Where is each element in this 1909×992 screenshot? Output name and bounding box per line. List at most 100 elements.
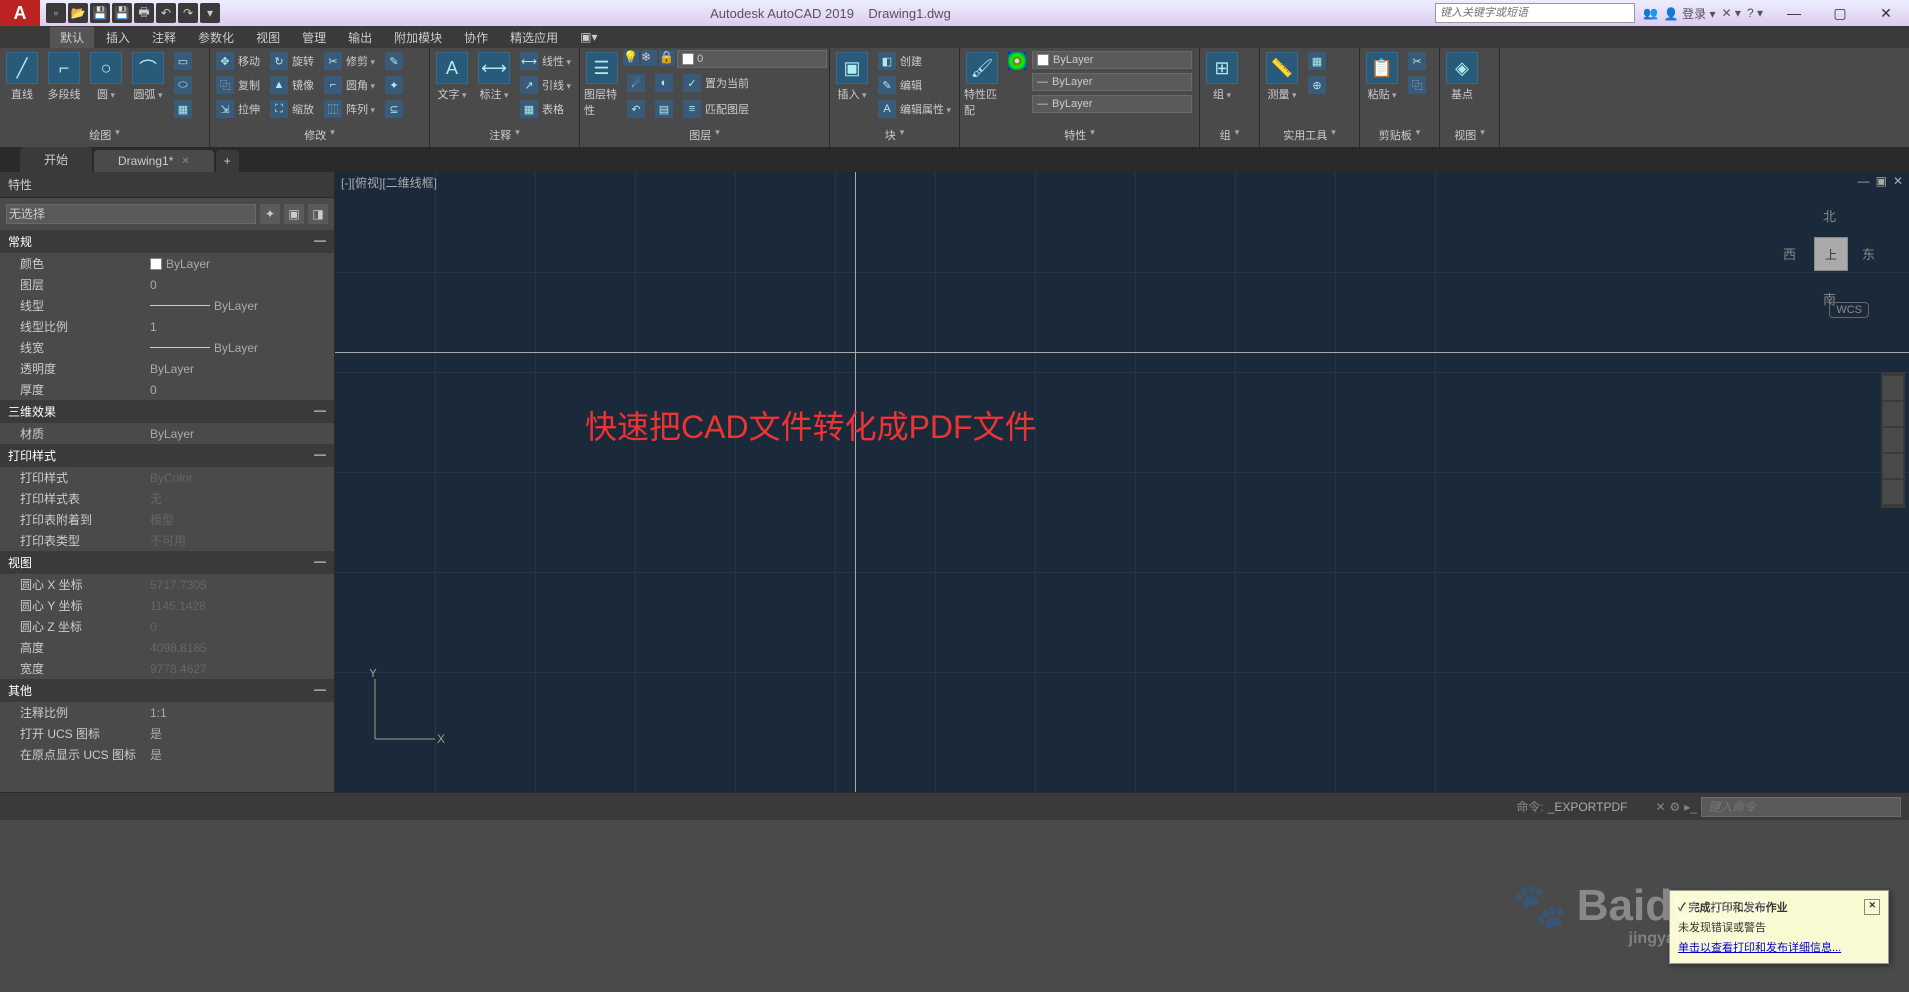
basepoint-button[interactable]: ◈基点 [1442,50,1482,104]
line-button[interactable]: ╱直线 [2,50,42,104]
drawing-canvas[interactable]: [-][俯视][二维线框] — ▣ ✕ 快速把CAD文件转化成PDF文件 YX … [335,172,1909,792]
viewport-label[interactable]: [-][俯视][二维线框] [341,174,437,191]
category-misc[interactable]: 其他— [0,679,334,702]
dimension-button[interactable]: ⟷标注 [474,50,514,104]
panel-util-title[interactable]: 实用工具 [1262,125,1357,145]
new-icon[interactable]: ▫ [46,3,66,23]
offset-icon[interactable]: ⊆ [381,98,407,120]
measure-button[interactable]: 📏测量 [1262,50,1302,104]
panel-layers-title[interactable]: 图层 [582,125,827,145]
vp-restore-icon[interactable]: ▣ [1876,174,1887,188]
rect-icon[interactable]: ▭ [170,50,196,72]
layer-prev-icon[interactable]: ↶ [623,98,649,120]
toggle-pim-icon[interactable]: ◨ [308,204,328,224]
panel-view-title[interactable]: 视图 [1442,125,1497,145]
erase-icon[interactable]: ✎ [381,50,407,72]
panel-clip-title[interactable]: 剪贴板 [1362,125,1437,145]
polyline-button[interactable]: ⌐多段线 [44,50,84,104]
menu-manage[interactable]: 管理 [292,27,336,48]
edit-block-button[interactable]: ✎编辑 [874,74,955,96]
table-button[interactable]: ▦表格 [516,98,575,120]
cut-icon[interactable]: ✂ [1404,50,1430,72]
panel-draw-title[interactable]: 绘图 [2,125,207,145]
panel-props-title[interactable]: 特性 [962,125,1197,145]
make-current-button[interactable]: ✓置为当前 [679,72,753,94]
layer-properties-button[interactable]: ☰图层特性 [582,50,621,120]
close-tab-icon[interactable]: ✕ [181,156,189,167]
prop-ltscale[interactable]: 线型比例1 [0,316,334,337]
color-combo[interactable]: ByLayer [1032,51,1192,69]
save-icon[interactable]: 💾 [90,3,110,23]
match-layer-button[interactable]: ≡匹配图层 [679,98,753,120]
paste-button[interactable]: 📋粘贴 [1362,50,1402,104]
selection-combo[interactable]: 无选择 [6,204,256,224]
panel-modify-title[interactable]: 修改 [212,125,427,145]
menu-expand-icon[interactable]: ▣▾ [570,28,607,46]
wcs-label[interactable]: WCS [1829,302,1869,318]
panel-group-title[interactable]: 组 [1202,125,1257,145]
menu-parametric[interactable]: 参数化 [188,27,244,48]
prop-layer[interactable]: 图层0 [0,274,334,295]
arc-button[interactable]: ⌒圆弧 [128,50,168,104]
plot-icon[interactable]: 🖶 [134,3,154,23]
calc-icon[interactable]: ▦ [1304,50,1330,72]
close-button[interactable]: ✕ [1863,0,1909,26]
nav-pan-icon[interactable] [1883,402,1903,426]
linetype-combo[interactable]: — ByLayer [1032,95,1192,113]
leader-button[interactable]: ↗引线 [516,74,575,96]
viewcube-top[interactable]: 上 [1814,237,1848,271]
menu-addins[interactable]: 附加模块 [384,27,452,48]
select-objects-icon[interactable]: ▣ [284,204,304,224]
nav-orbit-icon[interactable] [1883,454,1903,478]
prop-transparency[interactable]: 透明度ByLayer [0,358,334,379]
prop-material[interactable]: 材质ByLayer [0,423,334,444]
layer-iso-icon[interactable]: ☄ [623,72,649,94]
prop-ucsicon[interactable]: 打开 UCS 图标是 [0,723,334,744]
text-button[interactable]: A文字 [432,50,472,104]
tab-start[interactable]: 开始 [20,147,92,172]
trim-button[interactable]: ✂修剪 [320,50,379,72]
prop-annoscale[interactable]: 注释比例1:1 [0,702,334,723]
menu-featured[interactable]: 精选应用 [500,27,568,48]
menu-collab[interactable]: 协作 [454,27,498,48]
insert-block-button[interactable]: ▣插入 [832,50,872,104]
ucs-icon[interactable]: YX [365,669,445,752]
new-tab-button[interactable]: + [216,150,239,172]
signin-button[interactable]: 👤 登录 ▾ [1664,5,1716,22]
hatch-icon[interactable]: ▦ [170,98,196,120]
prop-lineweight[interactable]: 线宽 ByLayer [0,337,334,358]
lock-icon[interactable]: 🔒 [659,50,675,66]
nav-showmotion-icon[interactable] [1883,480,1903,504]
app-logo[interactable]: A [0,0,40,26]
undo-icon[interactable]: ↶ [156,3,176,23]
category-plot[interactable]: 打印样式— [0,444,334,467]
menu-insert[interactable]: 插入 [96,27,140,48]
linear-button[interactable]: ⟷线性 [516,50,575,72]
layer-combo[interactable]: 0 [677,50,827,68]
panel-annot-title[interactable]: 注释 [432,125,577,145]
menu-view[interactable]: 视图 [246,27,290,48]
help-icon[interactable]: ? ▾ [1747,6,1763,20]
category-view[interactable]: 视图— [0,551,334,574]
menu-annotate[interactable]: 注释 [142,27,186,48]
vp-close-icon[interactable]: ✕ [1893,174,1903,188]
saveas-icon[interactable]: 💾 [112,3,132,23]
layer-walk-icon[interactable]: ▤ [651,98,677,120]
exchange-icon[interactable]: ✕ ▾ [1722,6,1741,20]
stretch-button[interactable]: ⇲拉伸 [212,98,264,120]
cmd-close-icon[interactable]: ✕ [1655,800,1665,814]
copy-clip-icon[interactable]: ⿻ [1404,74,1430,96]
lineweight-combo[interactable]: — ByLayer [1032,73,1192,91]
quick-select-icon[interactable]: ✦ [260,204,280,224]
prop-linetype[interactable]: 线型 ByLayer [0,295,334,316]
balloon-link[interactable]: 单击以查看打印和发布详细信息... [1678,939,1880,955]
prop-thickness[interactable]: 厚度0 [0,379,334,400]
command-input[interactable] [1701,797,1901,817]
color-wheel-icon[interactable]: ● [1004,50,1030,72]
ellipse-icon[interactable]: ⬭ [170,74,196,96]
group-button[interactable]: ⊞组 [1202,50,1242,104]
menu-default[interactable]: 默认 [50,27,94,48]
scale-button[interactable]: ⛶缩放 [266,98,318,120]
category-general[interactable]: 常规— [0,230,334,253]
viewcube[interactable]: 北 南 西 东 上 [1779,202,1879,302]
